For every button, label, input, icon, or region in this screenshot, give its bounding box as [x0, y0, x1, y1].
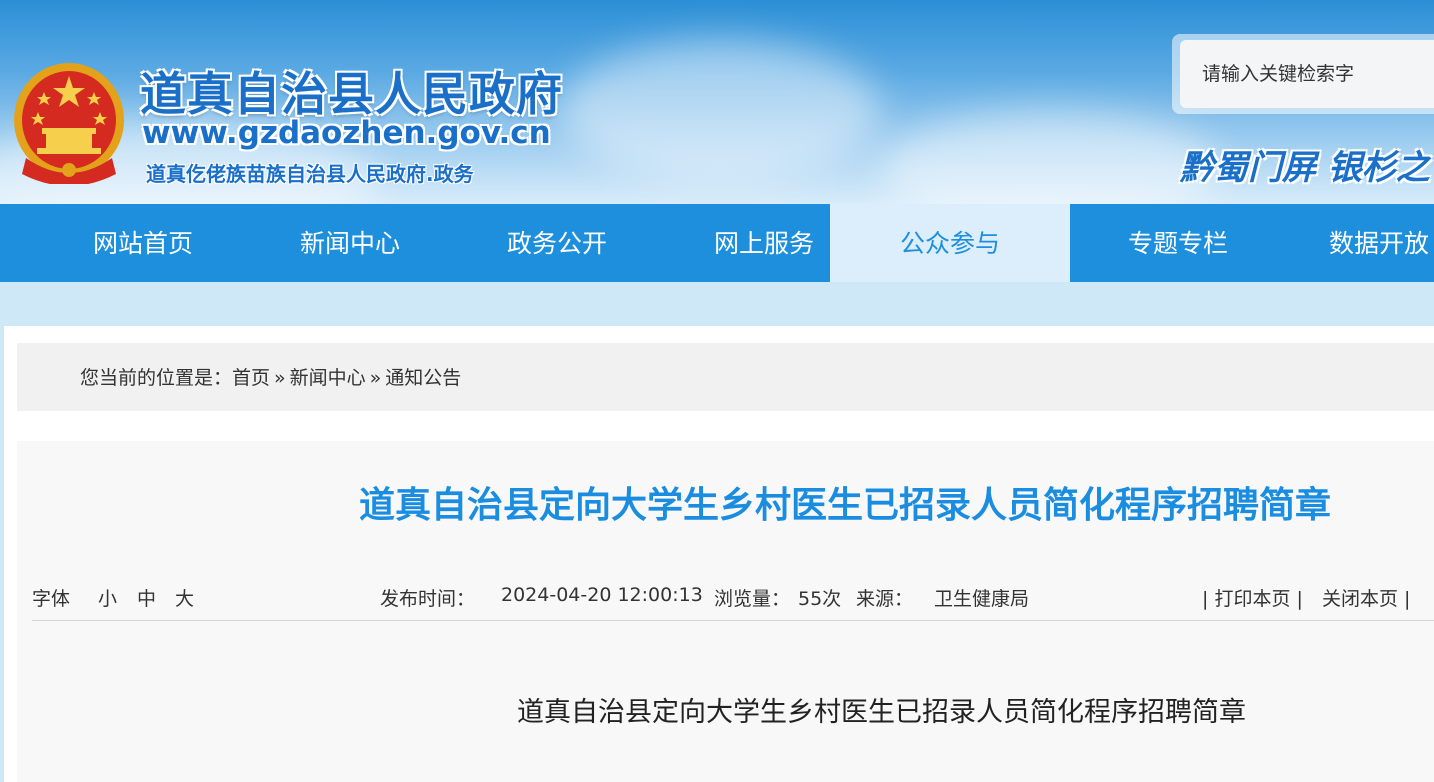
- views-count: 55次: [798, 588, 842, 610]
- main-nav: 网站首页 新闻中心 政务公开 网上服务 公众参与 专题专栏 数据开放: [0, 204, 1434, 282]
- breadcrumb-link-notices[interactable]: 通知公告: [385, 367, 461, 389]
- slogan: 黔蜀门屏 银杉之: [1180, 148, 1430, 188]
- site-subtitle: 道真仡佬族苗族自治县人民政府.政务: [146, 162, 474, 186]
- breadcrumb-link-news[interactable]: 新闻中心: [290, 367, 366, 389]
- breadcrumb: 您当前的位置是：首页» 新闻中心» 通知公告: [17, 343, 1434, 411]
- site-header: 道真自治县人民政府 www.gzdaozhen.gov.cn 道真仡佬族苗族自治…: [0, 0, 1434, 204]
- font-size-small-button[interactable]: 小: [98, 584, 117, 611]
- close-page-link[interactable]: 关闭本页 |: [1322, 584, 1410, 611]
- font-size-label: 字体: [32, 588, 71, 610]
- source-label: 来源：: [856, 588, 914, 610]
- article-title: 道真自治县定向大学生乡村医生已招录人员简化程序招聘简章: [359, 485, 1332, 526]
- font-size-large-button[interactable]: 大: [175, 584, 194, 611]
- nav-item-home[interactable]: 网站首页: [40, 204, 246, 282]
- source-value: 卫生健康局: [934, 588, 1030, 610]
- search-input[interactable]: [1180, 40, 1434, 108]
- national-emblem-icon: [14, 63, 124, 184]
- nav-item-gov-affairs[interactable]: 政务公开: [454, 204, 660, 282]
- print-page-link[interactable]: | 打印本页 |: [1202, 584, 1303, 611]
- font-size-medium-button[interactable]: 中: [137, 584, 156, 611]
- nav-item-open-data[interactable]: 数据开放: [1282, 204, 1434, 282]
- breadcrumb-prefix: 您当前的位置是：: [80, 367, 233, 389]
- breadcrumb-separator: »: [274, 367, 286, 389]
- cloud-decoration: [560, 40, 880, 180]
- nav-item-news[interactable]: 新闻中心: [246, 204, 454, 282]
- site-url: www.gzdaozhen.gov.cn: [142, 115, 551, 151]
- article-body-title: 道真自治县定向大学生乡村医生已招录人员简化程序招聘简章: [517, 697, 1246, 728]
- nav-item-topics[interactable]: 专题专栏: [1074, 204, 1282, 282]
- breadcrumb-link-home[interactable]: 首页: [232, 367, 270, 389]
- publish-time-label: 发布时间：: [380, 588, 476, 610]
- cloud-decoration: [880, 110, 1220, 204]
- views-label: 浏览量：: [714, 588, 791, 610]
- article-meta: 字体 小 中 大 发布时间： 2024-04-20 12:00:13 浏览量： …: [32, 584, 1434, 621]
- breadcrumb-separator: »: [369, 367, 382, 389]
- nav-item-public-participation[interactable]: 公众参与: [830, 204, 1070, 282]
- publish-time: 2024-04-20 12:00:13: [501, 584, 703, 606]
